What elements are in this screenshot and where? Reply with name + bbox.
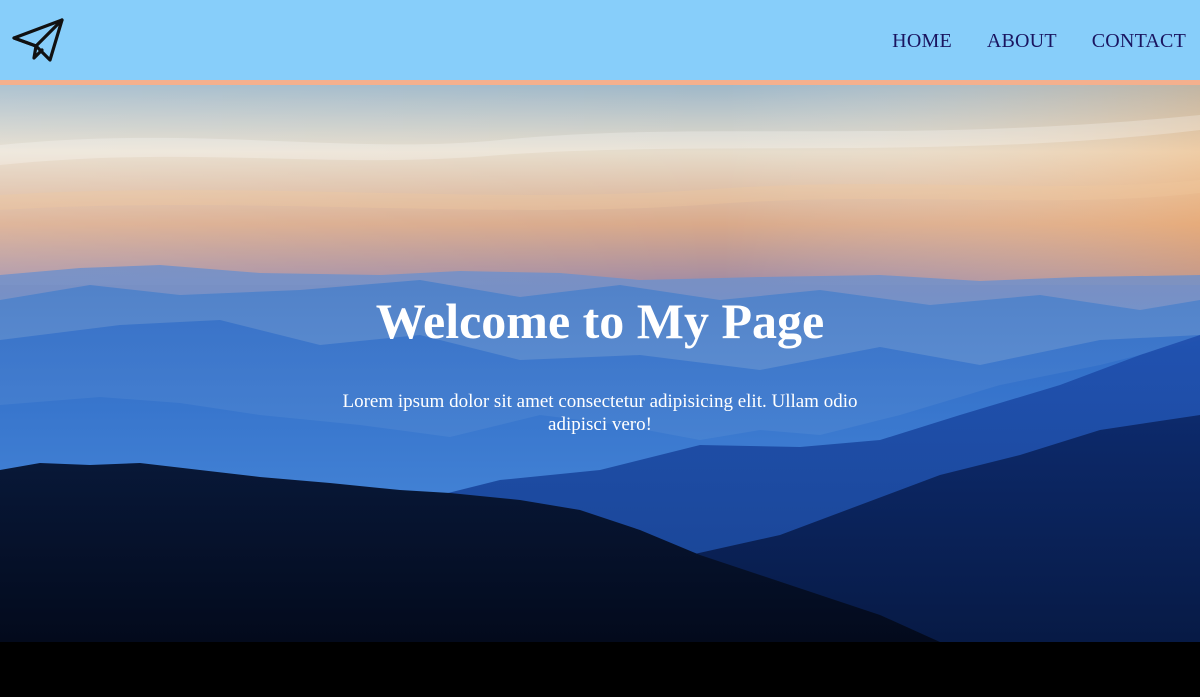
hero-title: Welcome to My Page [375, 293, 825, 349]
nav-about-link[interactable]: ABOUT [987, 30, 1057, 53]
nav-home-link[interactable]: HOME [892, 30, 952, 53]
footer-bar [0, 642, 1200, 697]
hero-section: Welcome to My Page Lorem ipsum dolor sit… [0, 85, 1200, 642]
paper-plane-icon[interactable] [12, 16, 64, 64]
hero-description: Lorem ipsum dolor sit amet consectetur a… [342, 391, 858, 435]
nav-contact-link[interactable]: CONTACT [1092, 30, 1186, 53]
main-nav: HOME ABOUT CONTACT [892, 30, 1186, 53]
site-header: HOME ABOUT CONTACT [0, 0, 1200, 85]
hero-content: Welcome to My Page Lorem ipsum dolor sit… [0, 85, 1200, 642]
